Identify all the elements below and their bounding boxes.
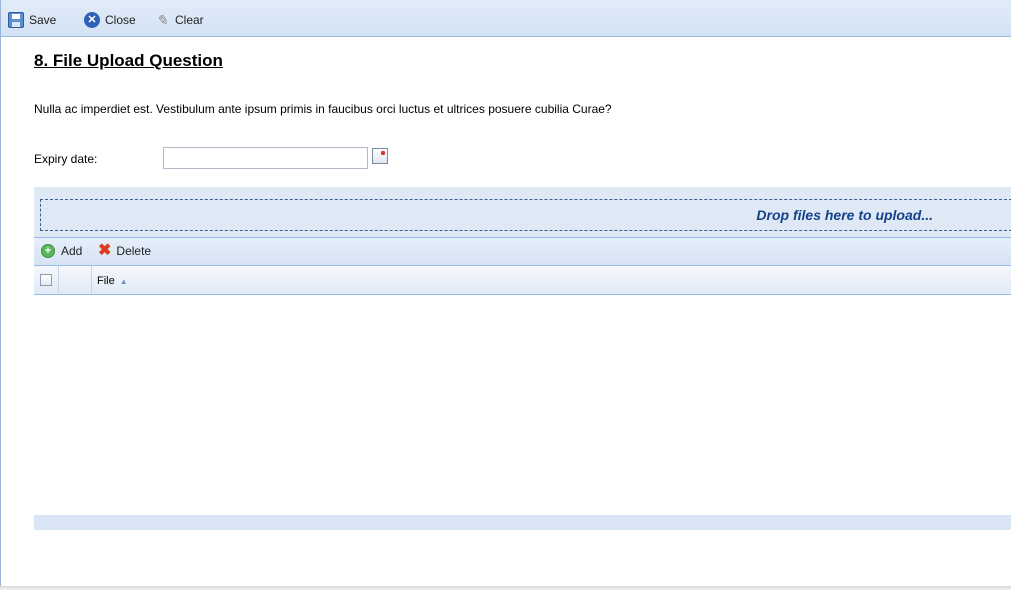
delete-button[interactable]: ✖ Delete <box>98 242 152 259</box>
select-all-checkbox[interactable] <box>40 274 52 286</box>
add-icon: + <box>41 244 55 258</box>
grid-header: File ▲ <box>34 266 1011 295</box>
close-label: Close <box>105 13 136 27</box>
drop-files-text: Drop files here to upload... <box>756 207 933 223</box>
add-button[interactable]: + Add <box>41 244 82 258</box>
save-button[interactable]: Save <box>8 11 56 29</box>
file-grid-body <box>34 295 1011 515</box>
expiry-date-label: Expiry date: <box>34 152 98 166</box>
drop-zone[interactable]: Drop files here to upload... <box>40 199 1011 231</box>
sort-ascending-icon: ▲ <box>119 277 128 286</box>
grid-toolbar: + Add ✖ Delete <box>34 237 1011 266</box>
add-label: Add <box>61 244 83 258</box>
window-shadow <box>0 586 1011 590</box>
expiry-date-input[interactable] <box>163 147 368 169</box>
delete-label: Delete <box>116 244 152 258</box>
close-icon: ✕ <box>84 12 100 28</box>
close-button[interactable]: ✕ Close <box>84 11 136 29</box>
column-header-file[interactable]: File ▲ <box>97 275 128 287</box>
clear-icon: ✎ <box>156 12 168 28</box>
column-divider <box>58 266 59 294</box>
save-icon <box>8 12 24 28</box>
upload-panel: Drop files here to upload... + Add ✖ Del… <box>34 187 1011 530</box>
clear-label: Clear <box>175 13 204 27</box>
delete-icon: ✖ <box>98 242 112 259</box>
file-upload-window: Save ✕ Close ✎ Clear 8. File Upload Ques… <box>0 0 1011 590</box>
drop-area: Drop files here to upload... <box>34 187 1011 237</box>
main-toolbar: Save ✕ Close ✎ Clear <box>1 0 1011 37</box>
save-label: Save <box>29 13 57 27</box>
clear-button[interactable]: ✎ Clear <box>154 11 204 29</box>
calendar-icon[interactable] <box>372 148 388 164</box>
question-title: 8. File Upload Question <box>34 51 223 70</box>
grid-footer <box>34 515 1011 530</box>
column-divider <box>91 266 92 294</box>
question-description: Nulla ac imperdiet est. Vestibulum ante … <box>34 102 612 116</box>
column-header-file-label: File <box>97 275 115 287</box>
